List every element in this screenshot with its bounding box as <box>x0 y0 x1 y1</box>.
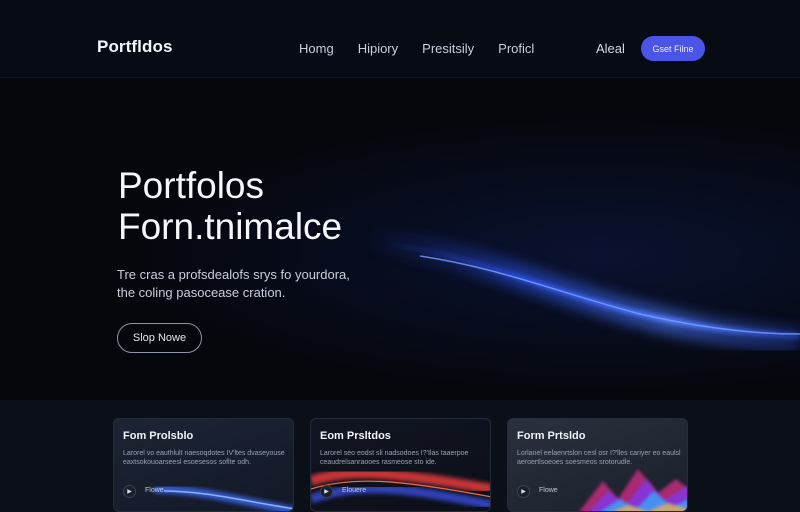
hero-section: Portfolos Forn.tnimalce Tre cras a profs… <box>0 78 800 400</box>
top-navbar: Portfldos Homg Hipiory Presitsily Profic… <box>0 0 800 78</box>
get-started-button[interactable]: Gset Filne <box>641 36 705 61</box>
card-1-title: Fom Prolsblo <box>123 430 194 442</box>
brand-logo[interactable]: Portfldos <box>97 37 173 57</box>
hero-subtitle: Tre cras a profsdealofs srys fo yourdora… <box>117 266 350 302</box>
card-2-description: Larorel seo eodst sli nadsodoes I?'Ilas … <box>320 450 469 466</box>
card-1-link[interactable]: Flowe <box>145 487 164 494</box>
login-link[interactable]: Aleal <box>596 41 625 56</box>
hero-subtitle-line-2: the coling pasocease cration. <box>117 285 286 300</box>
portfolio-card-3[interactable]: Form Prtsldo Lorlanel eelaenrtslon cesl … <box>507 418 688 512</box>
card-2-link[interactable]: Elouere <box>342 487 366 494</box>
nav-link-home[interactable]: Homg <box>299 41 334 56</box>
portfolio-card-1[interactable]: Fom Prolsblo Larorel vo eauthlult naesoq… <box>113 418 294 512</box>
portfolio-card-2[interactable]: Eom Prsltdos Larorel seo eodst sli nadso… <box>310 418 491 512</box>
hero-title-line-1: Portfolos <box>118 165 265 206</box>
card-2-title: Eom Prsltdos <box>320 430 391 442</box>
nav-link-presitsily[interactable]: Presitsily <box>422 41 474 56</box>
nav-links: Homg Hipiory Presitsily Proficl <box>299 41 558 56</box>
hero-title: Portfolos Forn.tnimalce <box>118 165 342 247</box>
hero-subtitle-line-1: Tre cras a profsdealofs srys fo yourdora… <box>117 267 350 282</box>
play-icon[interactable]: ▶ <box>517 485 530 498</box>
hero-title-line-2: Forn.tnimalce <box>118 206 343 247</box>
card-1-description: Larorel vo eauthlult naesoqdotes IV'ltes… <box>123 450 285 466</box>
nav-link-history[interactable]: Hipiory <box>358 41 398 56</box>
shop-now-button[interactable]: Slop Nowe <box>117 323 202 353</box>
card-3-link[interactable]: Flowe <box>539 487 558 494</box>
play-icon[interactable]: ▶ <box>320 485 333 498</box>
card-3-title: Form Prtsldo <box>517 430 586 442</box>
card-3-description: Lorlanel eelaenrtslon cesl osr I?'lles c… <box>517 450 681 466</box>
nav-link-proficl[interactable]: Proficl <box>498 41 534 56</box>
play-icon[interactable]: ▶ <box>123 485 136 498</box>
